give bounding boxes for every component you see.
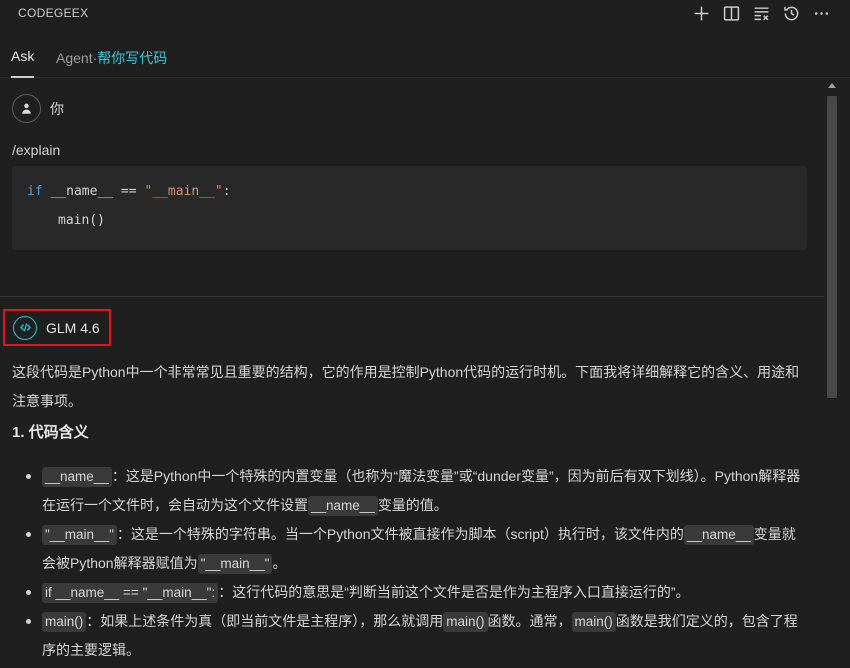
clear-list-icon[interactable]	[750, 2, 772, 24]
inline-code: __name__	[42, 467, 112, 487]
user-message-header: 你	[12, 94, 64, 123]
inline-code: "__main__"	[42, 525, 117, 545]
model-logo-icon	[13, 315, 37, 340]
code-line-1: if __name__ == "__main__":	[27, 184, 231, 199]
explanation-list: __name__ ：这是Python中一个特殊的内置变量（也称为“魔法变量”或“d…	[12, 462, 812, 665]
inline-code: if __name__ == "__main__":	[42, 583, 219, 603]
answer-intro: 这段代码是Python中一个非常常见且重要的结构，它的作用是控制Python代码…	[12, 364, 800, 409]
list-item-text: ：这行代码的意思是“判断当前这个文件是否是作为主程序入口直接运行的”。	[218, 584, 690, 600]
list-item: "__main__" ：这是一个特殊的字符串。当一个Python文件被直接作为脚本…	[12, 520, 807, 578]
code-line-2: main()	[58, 213, 105, 228]
user-command: /explain	[12, 142, 61, 158]
section-heading: 1. 代码含义	[12, 424, 89, 441]
list-item: __name__ ：这是Python中一个特殊的内置变量（也称为“魔法变量”或“d…	[12, 462, 807, 520]
code-colon: :	[222, 184, 231, 199]
assistant-answer: 这段代码是Python中一个非常常见且重要的结构，它的作用是控制Python代码…	[12, 358, 812, 665]
list-item: if __name__ == "__main__": ：这行代码的意思是“判断当前…	[12, 578, 807, 607]
list-item-text: ：如果上述条件为真（即当前文件是主程序），那么就调用	[86, 613, 444, 629]
list-item-text: 函数。通常，	[487, 613, 572, 629]
inline-code: main()	[42, 612, 87, 632]
inline-code: __name__	[308, 496, 378, 516]
list-item-text: 变量的值。	[377, 497, 448, 513]
history-icon[interactable]	[780, 2, 802, 24]
scroll-up-arrow-icon[interactable]	[828, 83, 836, 88]
list-item-text: ：这是一个特殊的字符串。当一个Python文件被直接作为脚本（script）执行…	[116, 526, 684, 542]
scroll-thumb[interactable]	[827, 96, 837, 398]
mode-tabs: Ask Agent·帮你写代码	[0, 40, 850, 78]
inline-code: main()	[443, 612, 488, 632]
more-icon[interactable]	[810, 2, 832, 24]
code-string: "__main__"	[144, 184, 223, 199]
inline-code: "__main__"	[197, 554, 273, 574]
chat-content: 你 /explain if __name__ == "__main__": ma…	[0, 79, 824, 668]
vertical-scrollbar[interactable]	[824, 79, 840, 668]
inline-code: __name__	[683, 525, 754, 545]
list-item: main() ：如果上述条件为真（即当前文件是主程序），那么就调用 main() 函数…	[12, 607, 807, 665]
tab-agent[interactable]: Agent·帮你写代码	[56, 48, 167, 68]
split-panel-icon[interactable]	[720, 2, 742, 24]
inline-code: main()	[571, 612, 616, 632]
title-actions	[690, 2, 832, 24]
model-name: GLM 4.6	[46, 319, 100, 336]
tab-agent-prefix: Agent·	[56, 50, 98, 66]
panel-title: CODEGEEX	[18, 6, 89, 20]
model-header: GLM 4.6	[3, 309, 111, 346]
message-divider	[0, 296, 824, 297]
plus-icon[interactable]	[690, 2, 712, 24]
user-avatar-icon	[12, 94, 41, 123]
title-bar: CODEGEEX	[0, 0, 850, 26]
active-tab-indicator	[11, 76, 34, 78]
code-block: if __name__ == "__main__": main()	[12, 166, 807, 250]
user-name: 你	[50, 100, 64, 117]
tab-agent-accent: 帮你写代码	[97, 50, 168, 66]
list-item-text: 。	[272, 555, 287, 571]
code-keyword: if	[27, 184, 43, 199]
tab-ask[interactable]: Ask	[11, 48, 34, 64]
code-identifier: __name__ ==	[42, 184, 145, 199]
